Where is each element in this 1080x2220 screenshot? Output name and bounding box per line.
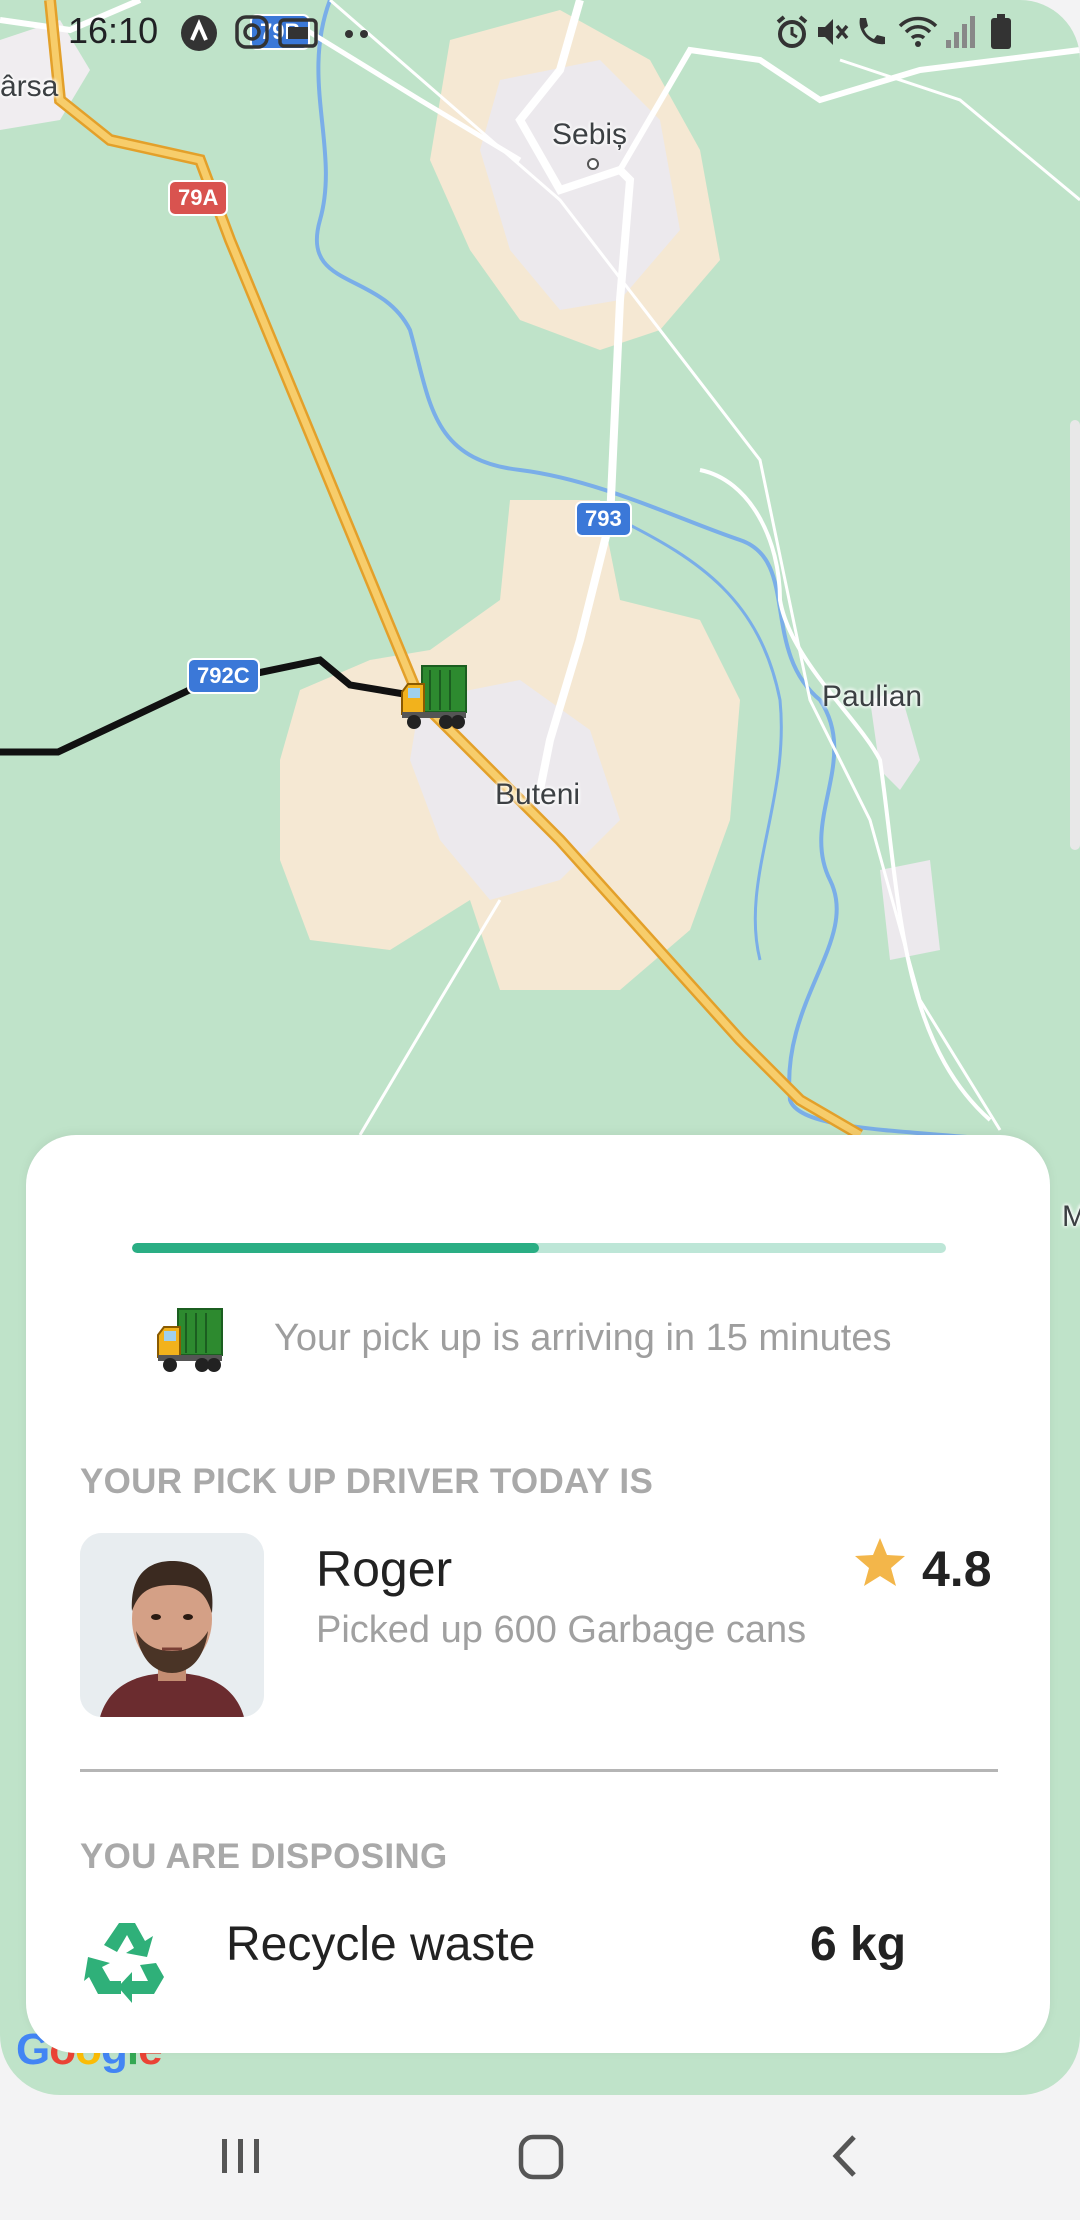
arrival-message: Your pick up is arriving in 15 minutes (274, 1317, 892, 1359)
map-label-sebis: Sebiș (552, 118, 628, 151)
screen: Sebiș Paulian Buteni ârsa M 79A 793 792C… (0, 0, 1080, 2220)
road-shield-792c: 792C (187, 658, 260, 694)
signal-icon (944, 14, 978, 55)
road-shield-79a: 79A (168, 180, 229, 216)
pickup-progress-fill (132, 1243, 539, 1253)
pickup-bottom-sheet[interactable]: Your pick up is arriving in 15 minutes Y… (26, 1135, 1050, 2053)
driver-pickup-count: Picked up 600 Garbage cans (316, 1609, 807, 1651)
disposal-section-heading: YOU ARE DISPOSING (80, 1837, 448, 1876)
driver-name: Roger (316, 1541, 453, 1597)
road-shield-793: 793 (575, 501, 632, 537)
waste-weight: 6 kg (810, 1918, 907, 1971)
pickup-progress-bar (132, 1243, 946, 1253)
recycle-icon (84, 1917, 170, 2008)
map-label-buteni: Buteni (495, 778, 581, 811)
garbage-truck-icon (156, 1305, 226, 1380)
home-icon[interactable] (516, 2131, 568, 2186)
more-dots-icon (344, 26, 374, 44)
navigation-app-icon (180, 14, 218, 57)
waste-type: Recycle waste (226, 1918, 536, 1971)
status-time: 16:10 (68, 10, 159, 51)
star-icon (852, 1535, 908, 1596)
section-divider (80, 1769, 998, 1772)
map-label-paulian: Paulian (822, 680, 923, 713)
instagram-icon (234, 14, 270, 55)
mute-icon (814, 14, 850, 55)
driver-section-heading: YOUR PICK UP DRIVER TODAY IS (80, 1462, 654, 1501)
map-label-edge-m: M (1062, 1200, 1080, 1233)
driver-avatar[interactable] (80, 1533, 264, 1717)
status-bar: 16:10 (0, 0, 1080, 64)
recents-icon[interactable] (218, 2131, 264, 2186)
alarm-icon (774, 14, 810, 55)
battery-icon (990, 14, 1012, 55)
tv-icon (278, 14, 318, 55)
map-label-arsa: ârsa (0, 70, 59, 103)
wifi-call-icon (852, 14, 888, 55)
navigation-bar (0, 2095, 1080, 2220)
back-icon[interactable] (826, 2131, 866, 2186)
wifi-icon (898, 14, 938, 55)
driver-rating: 4.8 (922, 1541, 992, 1597)
